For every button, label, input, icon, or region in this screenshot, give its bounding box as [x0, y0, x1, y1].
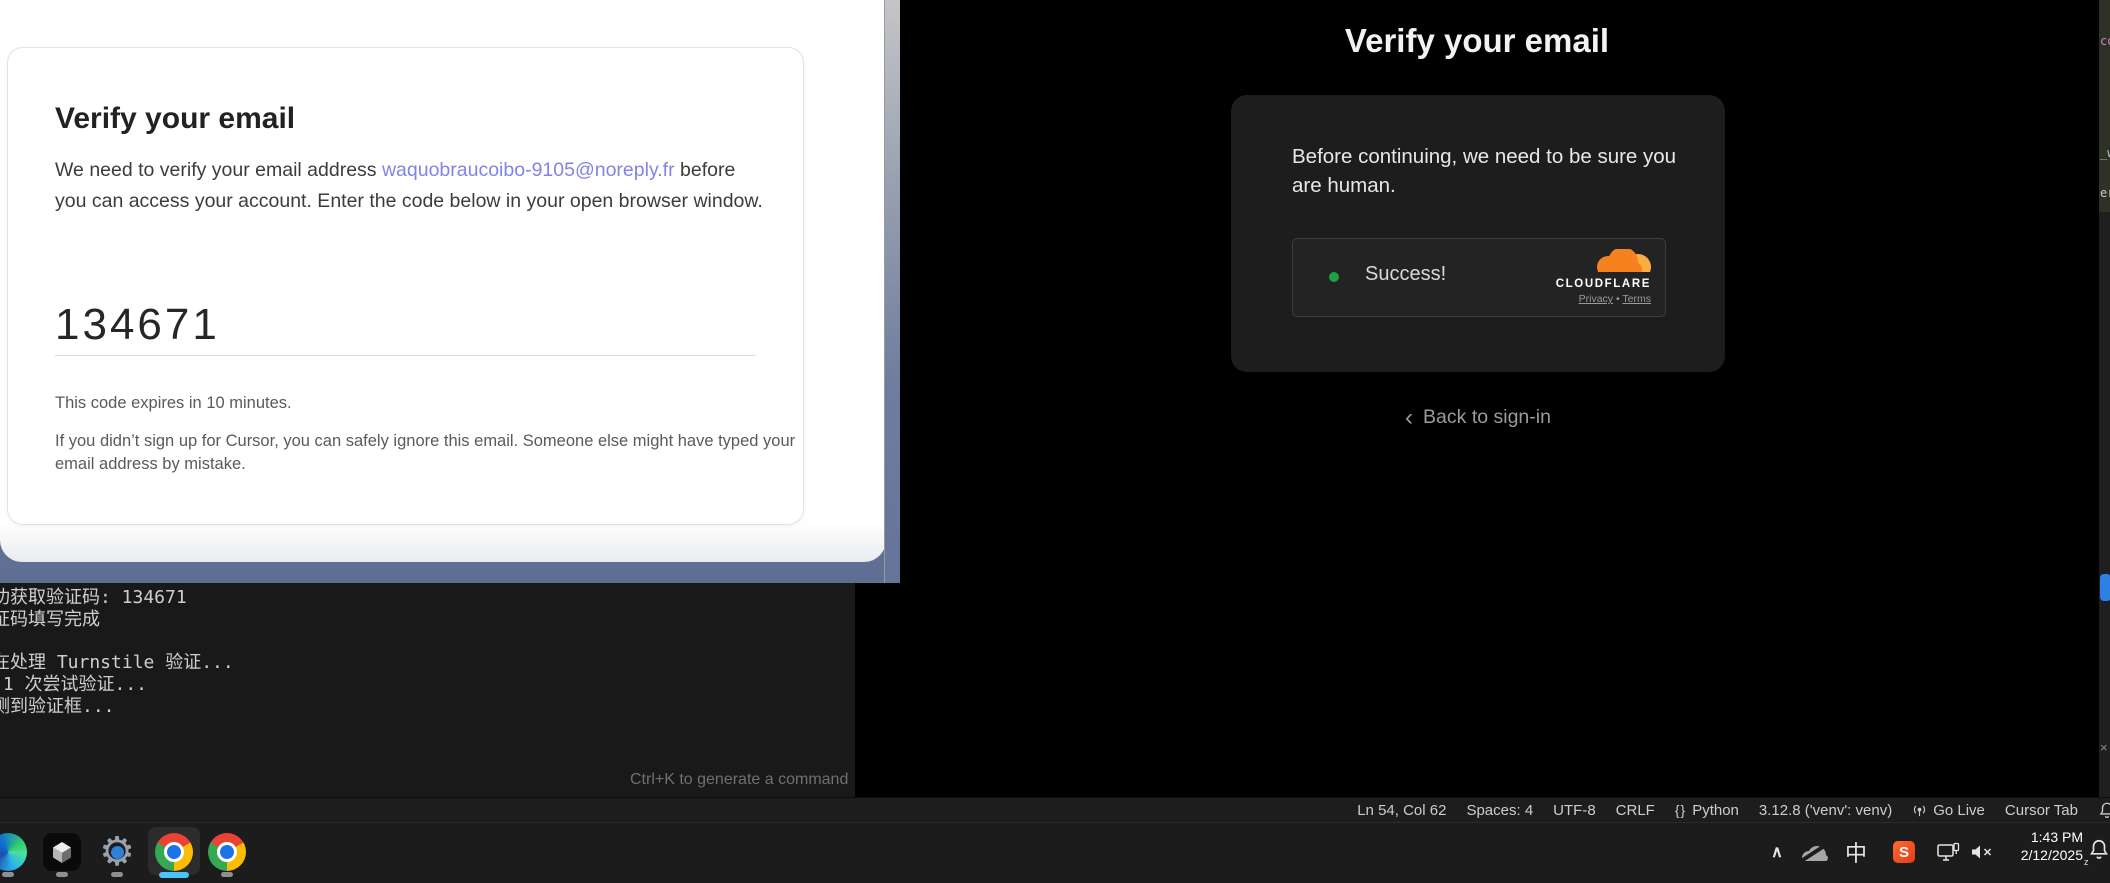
terminal-line: 测到验证框...	[0, 696, 115, 718]
blue-scroll-thumb[interactable]	[2100, 574, 2110, 601]
onedrive-icon[interactable]	[1800, 833, 1830, 871]
cloudflare-wordmark: CLOUDFLARE	[1541, 278, 1651, 290]
success-dot-icon	[1329, 272, 1339, 282]
verify-page-title: Verify your email	[1131, 22, 1823, 60]
taskbar	[0, 822, 2110, 883]
terminal-hint: Ctrl+K to generate a command	[630, 771, 848, 789]
tray-date: 2/12/2025	[1993, 846, 2083, 864]
privacy-link[interactable]: Privacy	[1579, 293, 1613, 305]
chrome-icon-active[interactable]	[155, 833, 193, 871]
terms-link[interactable]: Terms	[1622, 293, 1651, 305]
cursor-tab-indicator[interactable]: Cursor Tab	[2005, 802, 2078, 819]
running-indicator	[2, 872, 14, 877]
braces-icon: {}	[1675, 802, 1686, 818]
gear-center-dot	[111, 846, 124, 859]
turnstile-legal-links: Privacy • Terms	[1541, 293, 1651, 305]
running-indicator	[221, 872, 233, 877]
taskbar-edge-app[interactable]	[0, 833, 27, 871]
terminal-line: 功获取验证码: 134671	[0, 587, 187, 609]
chevron-left-icon: ‹	[1405, 404, 1413, 431]
taskbar-notifications-bell-icon[interactable]: z	[2088, 838, 2110, 883]
editor-highlight-region	[2099, 0, 2110, 212]
python-interpreter-indicator[interactable]: 3.12.8 ('venv': venv)	[1759, 802, 1892, 819]
legal-separator: •	[1616, 293, 1620, 305]
terminal-line: 证码填写完成	[0, 609, 100, 631]
email-viewport: Verify your email We need to verify your…	[0, 0, 886, 562]
email-address-link[interactable]: waquobraucoibo-9105@noreply.fr	[382, 159, 675, 181]
email-card: Verify your email We need to verify your…	[7, 47, 804, 525]
back-to-signin-label: Back to sign-in	[1423, 406, 1551, 428]
taskbar-cursor-app[interactable]	[43, 833, 81, 871]
background-editor-sliver: co _w er ×	[2098, 0, 2110, 797]
cursor-cube-icon	[43, 833, 81, 871]
broadcast-icon	[1912, 803, 1927, 818]
email-heading: Verify your email	[55, 102, 295, 136]
turnstile-widget[interactable]: Success! CLOUDFLARE Privacy • Terms	[1292, 238, 1666, 317]
taskbar-settings-app[interactable]: ⚙	[98, 833, 136, 871]
close-icon[interactable]: ×	[2100, 740, 2108, 755]
expiry-note: This code expires in 10 minutes.	[55, 394, 292, 413]
email-preview-window: Verify your email We need to verify your…	[0, 0, 900, 583]
human-check-text: Before continuing, we need to be sure yo…	[1292, 142, 1682, 200]
chrome-icon	[208, 833, 246, 871]
running-indicator	[56, 872, 68, 877]
verification-code: 134671	[55, 300, 220, 350]
code-fragment: er	[2100, 186, 2110, 200]
terminal-panel[interactable]: 功获取验证码: 134671 证码填写完成 在处理 Turnstile 验证..…	[0, 583, 855, 797]
back-to-signin-link[interactable]: ‹ Back to sign-in	[1231, 404, 1725, 432]
eol-indicator[interactable]: CRLF	[1616, 802, 1655, 819]
tray-clock[interactable]: 1:43 PM 2/12/2025	[1993, 828, 2083, 864]
language-mode-indicator[interactable]: {} Python	[1675, 802, 1739, 819]
go-live-button[interactable]: Go Live	[1912, 802, 1985, 819]
divider	[55, 355, 756, 356]
email-body: We need to verify your email address waq…	[55, 155, 767, 216]
code-fragment: _w	[2100, 146, 2110, 160]
snipaste-icon[interactable]: S	[1891, 833, 1917, 871]
terminal-line: 1 次尝试验证...	[0, 674, 147, 696]
status-bar: Ln 54, Col 62 Spaces: 4 UTF-8 CRLF {} Py…	[0, 797, 2110, 822]
indent-indicator[interactable]: Spaces: 4	[1466, 802, 1533, 819]
disclaimer-text: If you didn’t sign up for Cursor, you ca…	[55, 430, 797, 475]
ime-indicator[interactable]: 中	[1843, 833, 1869, 871]
network-icon[interactable]	[1936, 833, 1962, 871]
cloudflare-branding: CLOUDFLARE Privacy • Terms	[1541, 249, 1651, 305]
screen: Verify your email Before continuing, we …	[0, 0, 2110, 883]
volume-muted-icon[interactable]	[1968, 833, 1996, 871]
window-scrollbar[interactable]	[884, 0, 900, 583]
chrome-icon	[155, 833, 193, 871]
edge-icon	[0, 833, 27, 871]
human-check-card: Before continuing, we need to be sure yo…	[1231, 95, 1725, 372]
encoding-indicator[interactable]: UTF-8	[1553, 802, 1596, 819]
cloudflare-cloud-icon	[1595, 249, 1651, 272]
active-window-indicator	[159, 872, 189, 878]
notifications-bell-icon[interactable]	[2098, 801, 2110, 819]
tray-overflow-chevron-icon[interactable]: ∧	[1766, 833, 1788, 871]
terminal-line: 在处理 Turnstile 验证...	[0, 652, 234, 674]
cursor-position-indicator[interactable]: Ln 54, Col 62	[1357, 802, 1446, 819]
taskbar-chrome-app[interactable]	[208, 833, 246, 871]
running-indicator	[111, 872, 123, 877]
tray-time: 1:43 PM	[1993, 828, 2083, 846]
code-fragment: co	[2100, 34, 2110, 48]
turnstile-status: Success!	[1365, 263, 1446, 286]
